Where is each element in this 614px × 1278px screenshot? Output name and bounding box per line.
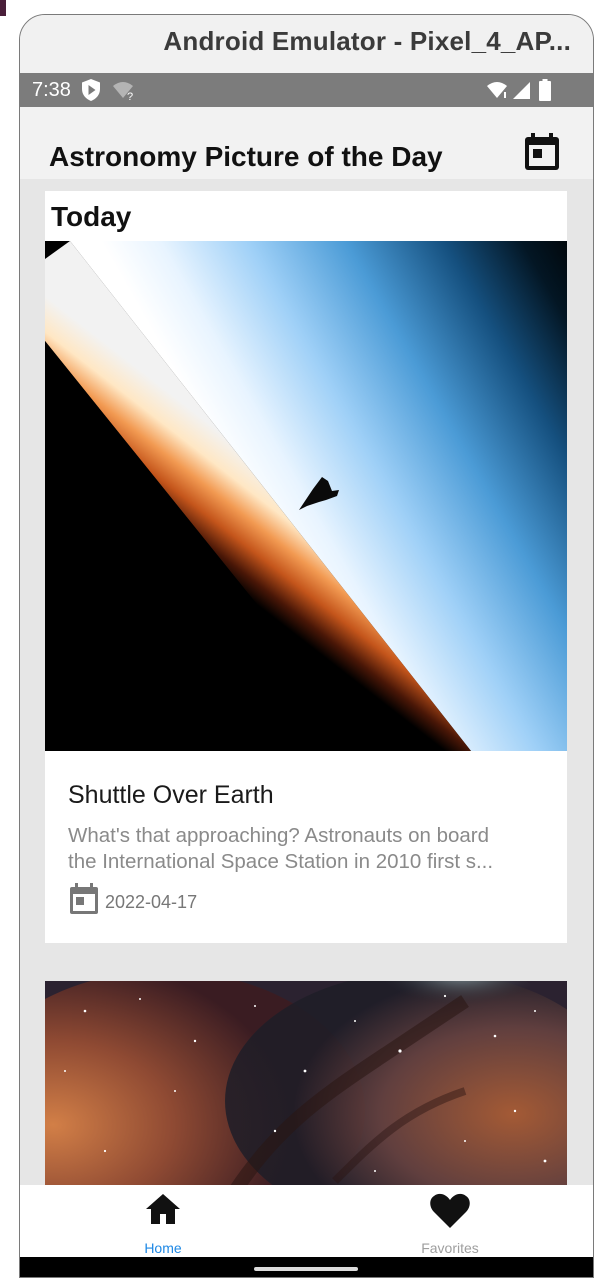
window-corner-mark [0,0,6,16]
signal-icon [513,82,530,99]
app-bar: Astronomy Picture of the Day [20,107,593,179]
nav-label-favorites: Favorites [421,1240,479,1256]
description-line: What's that approaching? Astronauts on b… [68,824,490,847]
svg-text:?: ? [127,91,133,101]
status-time: 7:38 [32,79,71,101]
heart-icon [430,1193,470,1228]
bottom-navigation: Home Favorites [20,1185,593,1257]
status-bar: 7:38 ? [20,73,593,107]
apod-card[interactable] [45,981,567,1191]
nav-label-home: Home [144,1240,182,1256]
emulator-window: Android Emulator - Pixel_4_AP... 7:38 ? … [19,14,594,1278]
apod-title: Shuttle Over Earth [68,781,274,809]
apod-description: What's that approaching? Astronauts on b… [68,823,538,875]
battery-icon [539,79,551,101]
home-icon [146,1194,180,1224]
app-title: Astronomy Picture of the Day [49,141,443,172]
home-gesture-pill[interactable] [254,1267,358,1271]
nav-item-home[interactable]: Home [93,1185,233,1257]
emulator-title-bar[interactable]: Android Emulator - Pixel_4_AP... [20,15,593,73]
system-navigation-bar [20,1257,593,1277]
wifi-question-icon: ? [113,82,133,101]
today-card[interactable]: Today Shuttle Over Earth What's that app… [45,191,567,943]
apod-date: 2022-04-17 [105,892,198,912]
wifi-icon [487,82,507,98]
description-line: the International Space Station in 2010 … [68,850,494,873]
today-photo[interactable] [45,241,567,751]
calendar-icon [70,883,98,914]
nebula-photo[interactable] [45,981,567,1191]
shield-play-icon [82,79,100,101]
nav-item-favorites[interactable]: Favorites [380,1185,520,1257]
emulator-title: Android Emulator - Pixel_4_AP... [163,26,571,56]
calendar-icon[interactable] [522,132,562,172]
today-heading: Today [51,201,132,232]
